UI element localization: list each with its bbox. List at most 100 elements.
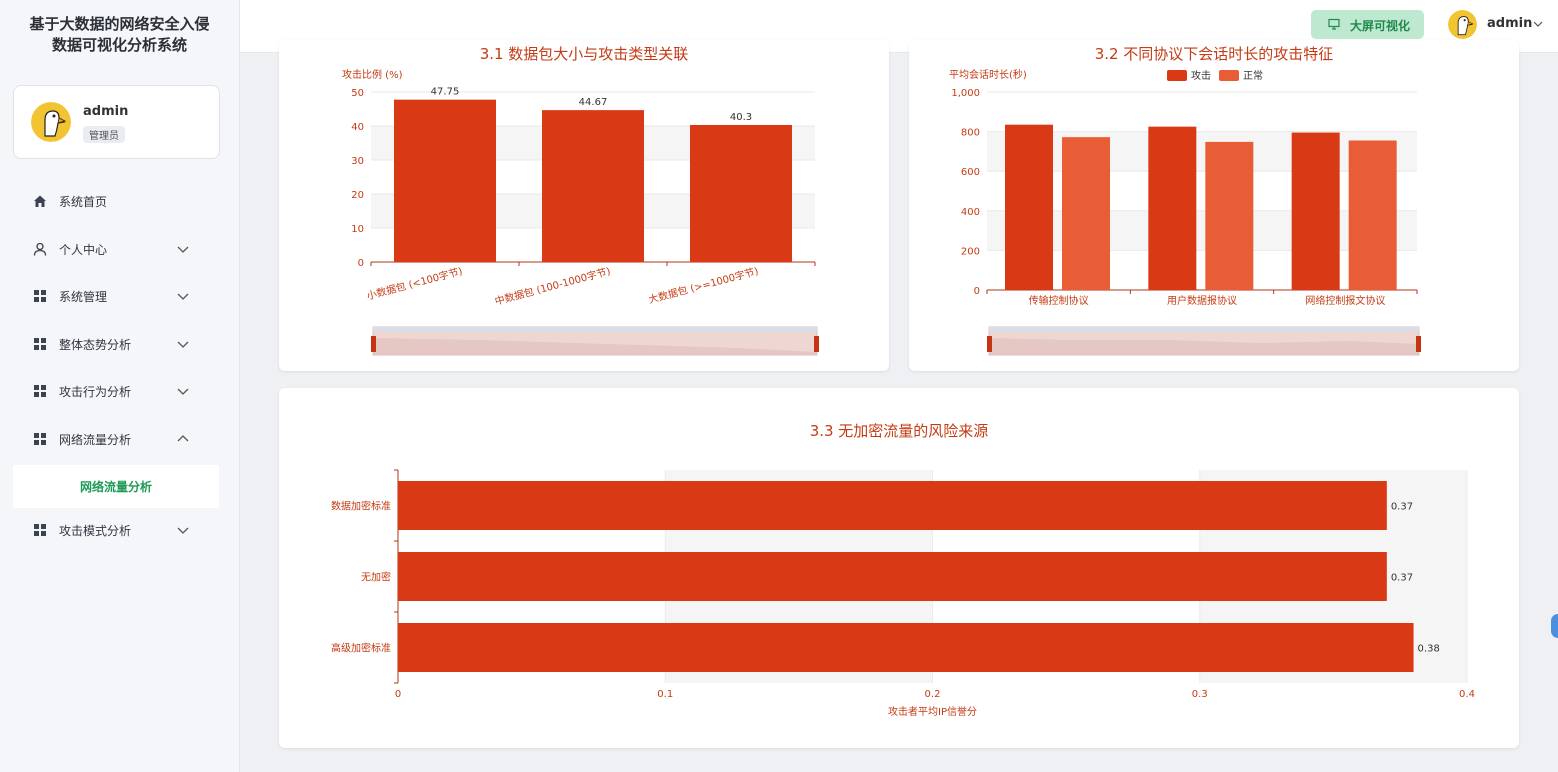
avatar[interactable] <box>31 102 71 142</box>
y-tick-label: 800 <box>961 128 980 139</box>
chart-card-unencrypted-risk: 3.3 无加密流量的风险来源 0 0.1 0.2 0.3 0.4 攻击者平均IP信誉分 0.3… <box>279 388 1519 748</box>
sidebar-item-label: 攻击模式分析 <box>59 524 132 538</box>
y-tick-label: 无加密 <box>361 571 391 584</box>
y-axis-label: 攻击比例 (%) <box>342 68 403 81</box>
data-label: 47.75 <box>431 87 460 98</box>
legend-swatch <box>1167 70 1187 81</box>
y-tick-label: 高级加密标准 <box>331 642 391 655</box>
sidebar-item-attack-behavior[interactable]: 攻击行为分析 <box>0 371 239 411</box>
chevron-down-icon <box>177 246 189 253</box>
sidebar-item-system-admin[interactable]: 系统管理 <box>0 276 239 316</box>
bar <box>1148 126 1197 291</box>
sidebar-item-attack-pattern[interactable]: 攻击模式分析 <box>0 510 239 550</box>
home-icon <box>34 195 46 207</box>
data-label: 0.37 <box>1391 573 1413 584</box>
y-tick-label: 20 <box>351 190 364 201</box>
y-tick-label: 30 <box>351 156 364 167</box>
x-tick-label: 0.1 <box>657 689 673 700</box>
data-label: 44.67 <box>579 97 608 108</box>
sidebar-item-profile[interactable]: 个人中心 <box>0 229 239 269</box>
zoom-handle-left <box>987 336 992 352</box>
monitor-icon <box>1328 18 1340 30</box>
y-tick-label: 1,000 <box>951 88 980 99</box>
data-label: 40.3 <box>730 112 752 123</box>
x-tick-label: 0.4 <box>1459 689 1475 700</box>
legend-label: 正常 <box>1243 69 1263 82</box>
x-tick-label: 0.3 <box>1192 689 1208 700</box>
y-tick-label: 10 <box>351 224 364 235</box>
sidebar-item-label: 系统管理 <box>59 290 108 304</box>
legend-label: 攻击 <box>1191 69 1211 82</box>
chevron-down-icon <box>177 341 189 348</box>
chevron-down-icon <box>177 388 189 395</box>
zoom-slider-handle-bar <box>989 327 1419 332</box>
sidebar-item-label: 整体态势分析 <box>59 338 132 352</box>
big-screen-button[interactable]: 大屏可视化 <box>1311 10 1424 39</box>
zoom-handle-right <box>814 336 819 352</box>
header-avatar[interactable] <box>1448 10 1477 39</box>
x-tick-label: 中数据包 (100-1000字节) <box>493 264 612 307</box>
x-tick-label: 传输控制协议 <box>1029 294 1089 307</box>
header-username[interactable]: admin <box>1487 16 1532 31</box>
x-tick-label: 大数据包 (>=1000字节) <box>647 264 760 306</box>
x-axis-label: 攻击者平均IP信誉分 <box>888 705 977 718</box>
goose-avatar-icon <box>1448 10 1477 39</box>
zoom-handle-right <box>1416 336 1421 352</box>
goose-avatar-icon <box>31 102 71 142</box>
sidebar-subitem-label: 网络流量分析 <box>79 480 152 494</box>
sidebar-item-label: 系统首页 <box>59 195 108 209</box>
x-tick-label: 用户数据报协议 <box>1167 294 1237 307</box>
sidebar: 基于大数据的网络安全入侵 数据可视化分析系统 admin 管理员 系统首页 个人… <box>0 0 240 772</box>
chart-title: 3.1 数据包大小与攻击类型关联 <box>480 45 689 63</box>
grid-icon <box>34 385 46 397</box>
y-axis-label: 平均会话时长(秒) <box>949 68 1027 81</box>
data-label: 0.38 <box>1418 644 1440 655</box>
floating-help-button[interactable] <box>1551 614 1558 638</box>
bar <box>1205 141 1254 290</box>
y-tick-label: 0 <box>974 286 980 297</box>
legend-swatch <box>1219 70 1239 81</box>
data-label: 0.37 <box>1391 502 1413 513</box>
y-tick-label: 50 <box>351 88 364 99</box>
sidebar-item-network-traffic[interactable]: 网络流量分析 <box>0 419 239 459</box>
y-tick-label: 40 <box>351 122 364 133</box>
y-tick-label: 400 <box>961 207 980 218</box>
chevron-down-icon[interactable] <box>1532 18 1544 30</box>
big-screen-button-label: 大屏可视化 <box>1350 19 1411 33</box>
app-title-line1: 基于大数据的网络安全入侵 <box>29 15 210 33</box>
user-card: admin 管理员 <box>13 85 220 159</box>
sidebar-item-label: 个人中心 <box>59 243 108 257</box>
bar <box>690 124 792 262</box>
x-tick-label: 0 <box>395 689 401 700</box>
chart-title: 3.2 不同协议下会话时长的攻击特征 <box>1095 45 1334 63</box>
zoom-handle-left <box>371 336 376 352</box>
y-tick-label: 0 <box>358 258 364 269</box>
bar <box>398 552 1387 601</box>
chart-protocol-session: 3.2 不同协议下会话时长的攻击特征平均会话时长(秒) 攻击 正常 0 200 400 60… <box>949 45 1421 356</box>
chart-unencrypted-risk: 3.3 无加密流量的风险来源 0 0.1 0.2 0.3 0.4 攻击者平均IP信誉分 0.3… <box>331 422 1475 718</box>
bar <box>398 623 1414 672</box>
x-tick-label: 网络控制报文协议 <box>1305 294 1385 307</box>
sidebar-item-home[interactable]: 系统首页 <box>0 181 239 221</box>
x-tick-label: 0.2 <box>925 689 941 700</box>
bar <box>398 481 1387 530</box>
x-tick-label: 小数据包 (<100字节) <box>365 264 464 302</box>
user-role-badge: 管理员 <box>83 126 125 143</box>
chart-packet-size: 3.1 数据包大小与攻击类型关联攻击比例 (%) 0 10 20 30 40 50 47.75… <box>342 45 819 356</box>
grid-icon <box>34 433 46 445</box>
sidebar-item-label: 网络流量分析 <box>59 433 132 447</box>
bar <box>1291 132 1340 290</box>
y-tick-label: 600 <box>961 167 980 178</box>
bar <box>1005 124 1053 290</box>
bar <box>1062 137 1110 290</box>
chevron-up-icon <box>177 435 189 442</box>
chart-card-protocol-session: 3.2 不同协议下会话时长的攻击特征 平均会话时长(秒) 攻击 正常 0 200 400 60… <box>909 40 1519 371</box>
sidebar-subitem-network-traffic[interactable]: 网络流量分析 <box>13 465 219 508</box>
chevron-down-icon <box>177 293 189 300</box>
chevron-down-icon <box>177 527 189 534</box>
bar <box>394 99 496 263</box>
chart-card-packet-size: 3.1 数据包大小与攻击类型关联攻击比例 (%) 0 10 20 30 40 50 47.75… <box>279 40 889 371</box>
sidebar-item-overall-situation[interactable]: 整体态势分析 <box>0 324 239 364</box>
bar <box>1348 140 1397 290</box>
chart-title: 3.3 无加密流量的风险来源 <box>810 422 989 440</box>
